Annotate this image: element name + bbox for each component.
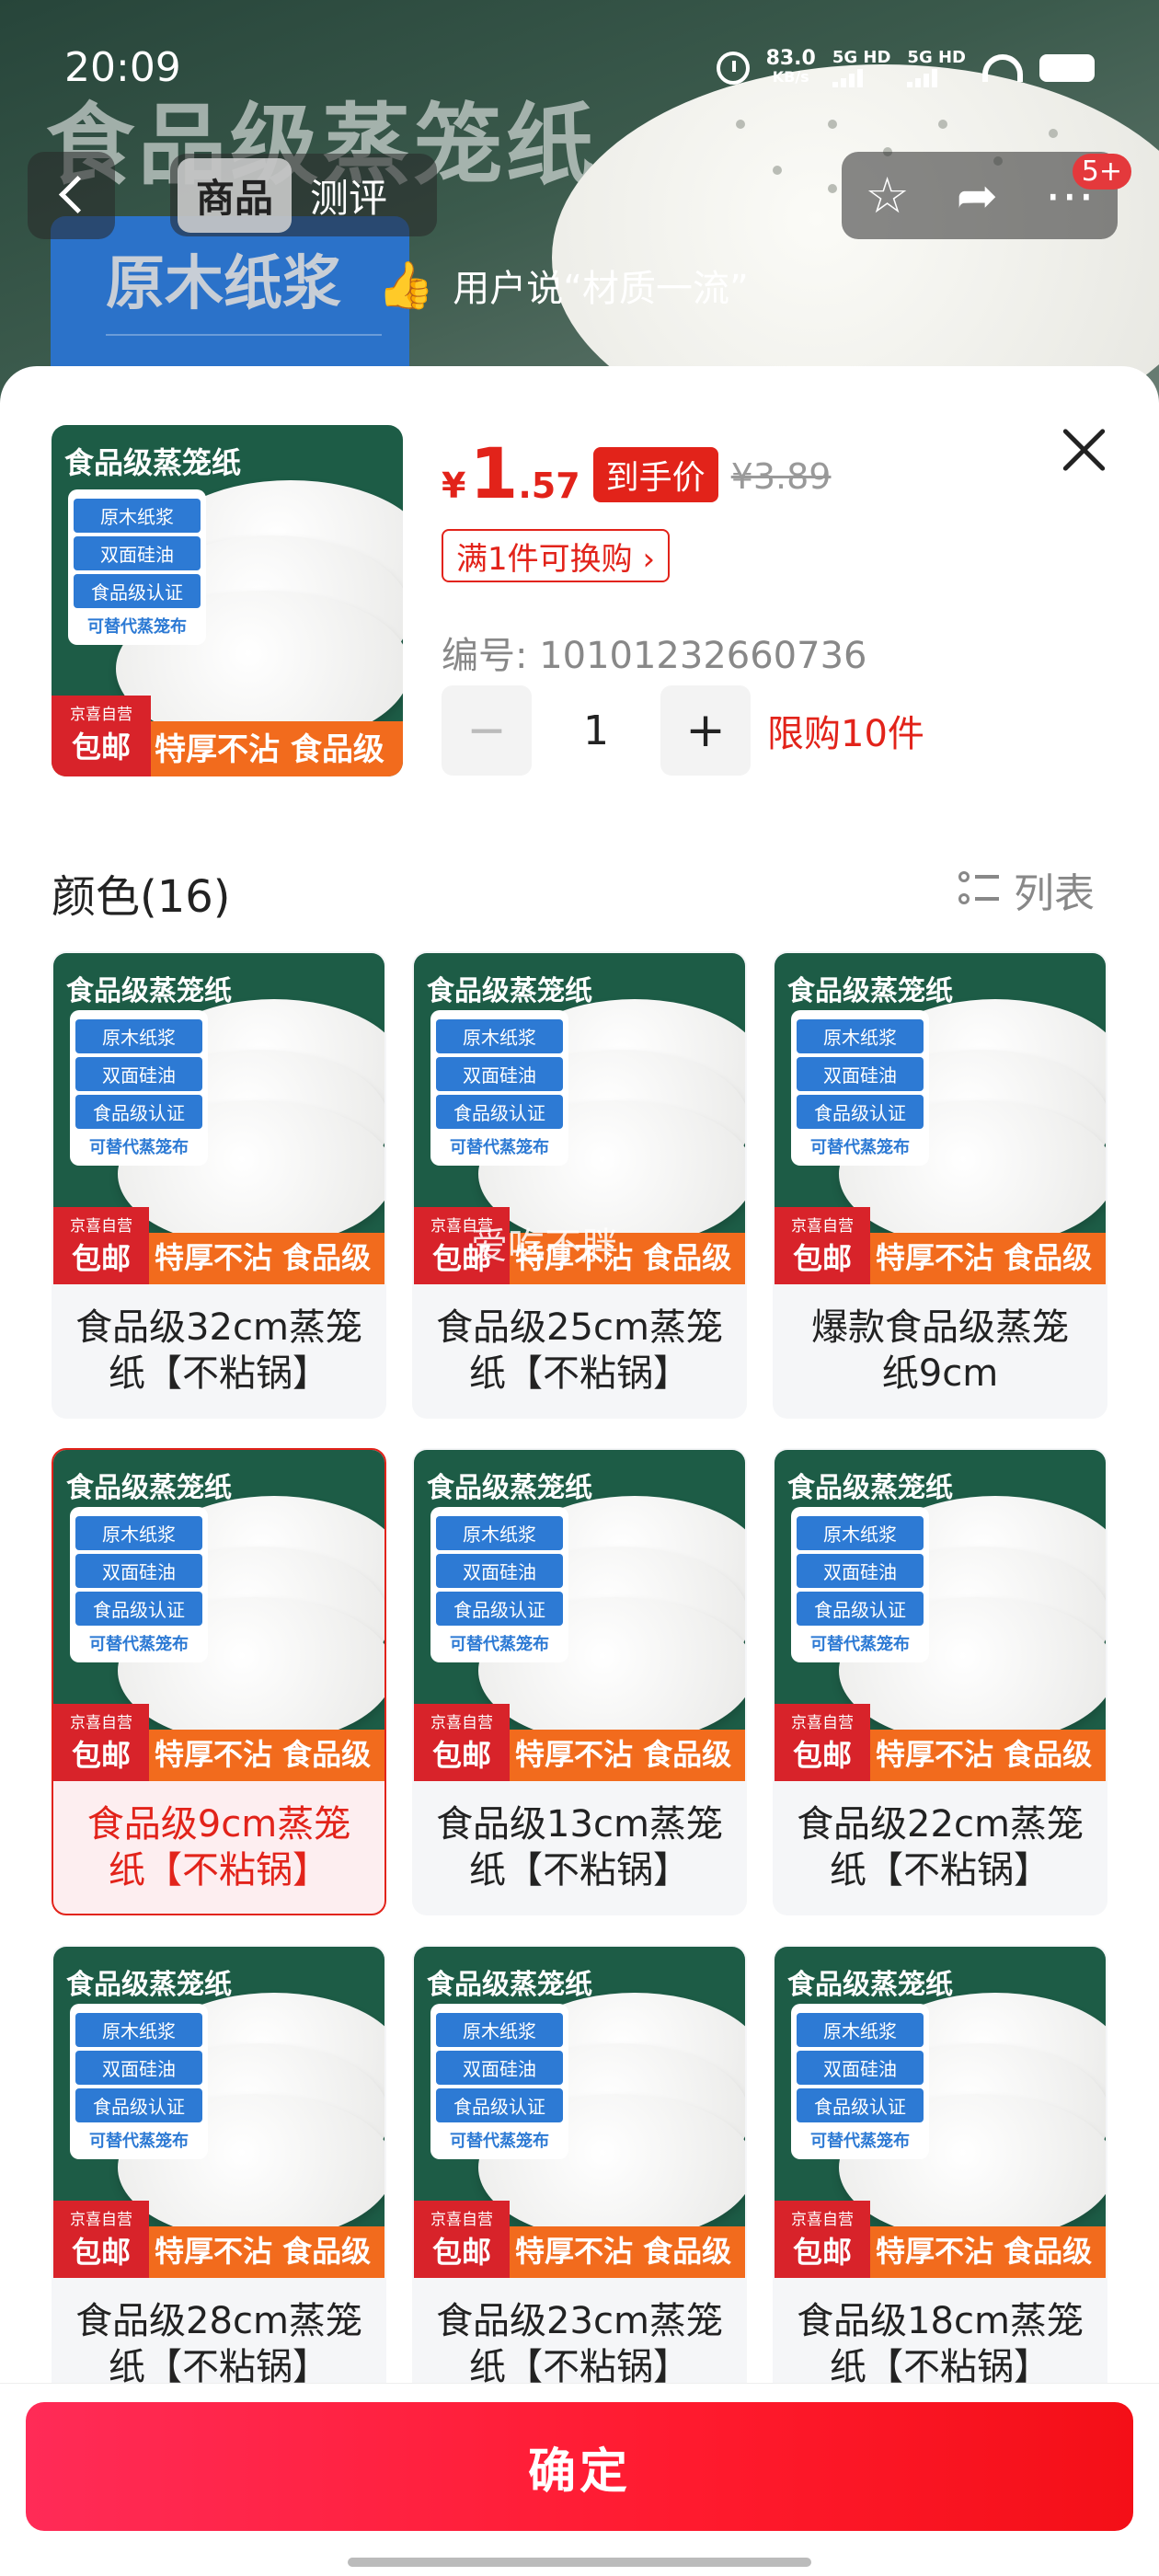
- quantity-minus-button[interactable]: −: [442, 685, 532, 776]
- feature-list: 原木纸浆 双面硅油 食品级认证 可替代蒸笼布: [70, 1010, 208, 1166]
- price-row: ¥ 1 .57 到手价 ¥3.89: [442, 432, 831, 514]
- option-card[interactable]: 食品级蒸笼纸 原木纸浆 双面硅油 食品级认证 可替代蒸笼布 京喜自营 包邮 特厚不沾 食品级食…: [773, 1945, 1107, 2386]
- status-time: 20:09: [64, 44, 181, 91]
- option-group-title: 颜色(16): [52, 871, 231, 923]
- feature-list: 原木纸浆 双面硅油 食品级认证 可替代蒸笼布: [791, 2004, 929, 2159]
- product-image: 食品级蒸笼纸 原木纸浆 双面硅油 食品级认证 可替代蒸笼布 京喜自营 包邮 特厚不沾 食品级: [775, 1947, 1106, 2278]
- app-root: 食品级蒸笼纸 原木纸浆 20:09 83.0 KB/s 5G HD 5G HD: [0, 0, 1159, 2576]
- option-card[interactable]: 食品级蒸笼纸 原木纸浆 双面硅油 食品级认证 可替代蒸笼布 京喜自营 包邮 特厚不沾 食品级食…: [412, 1448, 747, 1915]
- selected-sku-image[interactable]: 食品级蒸笼纸 原木纸浆 双面硅油 食品级认证 可替代蒸笼布 京喜自营 包邮 特厚…: [52, 425, 403, 776]
- confirm-button[interactable]: 确定: [26, 2402, 1133, 2531]
- option-label: 食品级22cm蒸笼纸【不粘锅】: [797, 1803, 1084, 1892]
- option-label: 食品级9cm蒸笼纸【不粘锅】: [86, 1803, 351, 1892]
- option-grid: 食品级蒸笼纸 原木纸浆 双面硅油 食品级认证 可替代蒸笼布 京喜自营 包邮 特厚不沾 食品级食…: [52, 951, 1109, 2386]
- product-image: 食品级蒸笼纸 原木纸浆 双面硅油 食品级认证 可替代蒸笼布 京喜自营 包邮 特厚不沾 食品级: [775, 953, 1106, 1284]
- option-label: 食品级23cm蒸笼纸【不粘锅】: [436, 2300, 723, 2386]
- option-card[interactable]: 食品级蒸笼纸 原木纸浆 双面硅油 食品级认证 可替代蒸笼布 京喜自营 包邮 特厚不沾 食品级食…: [773, 1448, 1107, 1915]
- option-card[interactable]: 食品级蒸笼纸 原木纸浆 双面硅油 食品级认证 可替代蒸笼布 京喜自营 包邮 特厚不沾 食品级食…: [52, 1448, 386, 1915]
- user-watermark: 爱吃不胖: [471, 1225, 618, 1268]
- original-price: ¥3.89: [730, 456, 832, 497]
- back-button[interactable]: [28, 152, 115, 239]
- option-card[interactable]: 食品级蒸笼纸 原木纸浆 双面硅油 食品级认证 可替代蒸笼布 京喜自营 包邮 特厚不沾 食品级爆…: [773, 951, 1107, 1419]
- option-image: 食品级蒸笼纸 原木纸浆 双面硅油 食品级认证 可替代蒸笼布 京喜自营 包邮 特厚不沾 食品级: [53, 953, 384, 1284]
- feature-list: 原木纸浆 双面硅油 食品级认证 可替代蒸笼布: [68, 489, 206, 645]
- current-price: ¥ 1 .57: [442, 432, 580, 514]
- option-label: 食品级13cm蒸笼纸【不粘锅】: [436, 1803, 723, 1892]
- sku-number: 编号: 10101232660736: [442, 635, 867, 677]
- product-image: 食品级蒸笼纸 原木纸浆 双面硅油 食品级认证 可替代蒸笼布 京喜自营 包邮 特厚不沾 食品级: [414, 1450, 745, 1781]
- option-label: 爆款食品级蒸笼纸9cm: [811, 1306, 1069, 1395]
- feature-list: 原木纸浆 双面硅油 食品级认证 可替代蒸笼布: [791, 1010, 929, 1166]
- option-image: 食品级蒸笼纸 原木纸浆 双面硅油 食品级认证 可替代蒸笼布 京喜自营 包邮 特厚不沾 食品级: [775, 953, 1106, 1284]
- list-view-label: 列表: [1014, 870, 1095, 917]
- option-image: 食品级蒸笼纸 原木纸浆 双面硅油 食品级认证 可替代蒸笼布 京喜自营 包邮 特厚不沾 食品级: [53, 1450, 384, 1781]
- net-speed: 83.0 KB/s: [765, 46, 816, 86]
- feature-list: 原木纸浆 双面硅油 食品级认证 可替代蒸笼布: [70, 2004, 208, 2159]
- feature-list: 原木纸浆 双面硅油 食品级认证 可替代蒸笼布: [430, 1507, 568, 1662]
- feature-list: 原木纸浆 双面硅油 食品级认证 可替代蒸笼布: [791, 1507, 929, 1662]
- list-icon: [958, 869, 999, 910]
- alarm-icon: [716, 51, 750, 85]
- review-text: 用户说“材质一流”: [453, 268, 749, 310]
- option-label: 食品级32cm蒸笼纸【不粘锅】: [75, 1306, 362, 1395]
- tab-review[interactable]: 测评: [292, 158, 406, 233]
- page-tabs: 商品 测评: [170, 154, 437, 236]
- quantity-value[interactable]: 1: [532, 707, 660, 754]
- wifi-icon: [982, 53, 1023, 82]
- product-image: 食品级蒸笼纸 原木纸浆 双面硅油 食品级认证 可替代蒸笼布 京喜自营 包邮 特厚不沾 食品级: [53, 1450, 384, 1781]
- product-image: 食品级蒸笼纸 原木纸浆 双面硅油 食品级认证 可替代蒸笼布 京喜自营 包邮 特厚…: [52, 425, 403, 776]
- product-navbar: 商品 测评 ☆ ➦ ⋯ 5+: [0, 152, 1159, 244]
- list-view-toggle[interactable]: 列表: [958, 860, 1095, 919]
- option-label: 食品级25cm蒸笼纸【不粘锅】: [436, 1306, 723, 1395]
- hero-subtitle: 原木纸浆: [106, 250, 341, 318]
- product-image: 食品级蒸笼纸 原木纸浆 双面硅油 食品级认证 可替代蒸笼布 京喜自营 包邮 特厚不沾 食品级: [53, 953, 384, 1284]
- option-image: 食品级蒸笼纸 原木纸浆 双面硅油 食品级认证 可替代蒸笼布 京喜自营 包邮 特厚不沾 食品级: [414, 1947, 745, 2278]
- battery-icon: [1039, 53, 1095, 82]
- thumbs-up-icon: 👍: [377, 258, 435, 312]
- signal-sim2-icon: 5G HD: [907, 48, 966, 87]
- option-image: 食品级蒸笼纸 原木纸浆 双面硅油 食品级认证 可替代蒸笼布 京喜自营 包邮 特厚不沾 食品级: [414, 1450, 745, 1781]
- purchase-limit: 限购10件: [767, 713, 924, 755]
- message-badge: 5+: [1072, 154, 1131, 190]
- option-image: 食品级蒸笼纸 原木纸浆 双面硅油 食品级认证 可替代蒸笼布 京喜自营 包邮 特厚不沾 食品级: [53, 1947, 384, 2278]
- product-image: 食品级蒸笼纸 原木纸浆 双面硅油 食品级认证 可替代蒸笼布 京喜自营 包邮 特厚不沾 食品级: [414, 1947, 745, 2278]
- product-image: 食品级蒸笼纸 原木纸浆 双面硅油 食品级认证 可替代蒸笼布 京喜自营 包邮 特厚不沾 食品级: [53, 1947, 384, 2278]
- option-card[interactable]: 食品级蒸笼纸 原木纸浆 双面硅油 食品级认证 可替代蒸笼布 京喜自营 包邮 特厚不沾 食品级食…: [412, 1945, 747, 2386]
- review-highlight[interactable]: 👍 用户说“材质一流”: [377, 248, 749, 322]
- product-image: 食品级蒸笼纸 原木纸浆 双面硅油 食品级认证 可替代蒸笼布 京喜自营 包邮 特厚不沾 食品级: [775, 1450, 1106, 1781]
- tab-product[interactable]: 商品: [178, 157, 293, 233]
- favorite-star-icon[interactable]: ☆: [865, 170, 909, 221]
- option-image: 食品级蒸笼纸 原木纸浆 双面硅油 食品级认证 可替代蒸笼布 京喜自营 包邮 特厚不沾 食品级: [775, 1450, 1106, 1781]
- final-price-tag: 到手价: [592, 447, 718, 502]
- home-indicator[interactable]: [348, 2558, 811, 2567]
- feature-list: 原木纸浆 双面硅油 食品级认证 可替代蒸笼布: [430, 1010, 568, 1166]
- option-card[interactable]: 食品级蒸笼纸 原木纸浆 双面硅油 食品级认证 可替代蒸笼布 京喜自营 包邮 特厚不沾 食品级食…: [52, 1945, 386, 2386]
- signal-sim1-icon: 5G HD: [832, 48, 890, 87]
- promo-swap-tag[interactable]: 满1件可换购 ›: [442, 529, 671, 582]
- share-icon[interactable]: ➦: [957, 170, 998, 221]
- option-label: 食品级18cm蒸笼纸【不粘锅】: [797, 2300, 1084, 2386]
- quantity-stepper: − 1 + 限购10件: [442, 685, 924, 776]
- close-icon[interactable]: [1056, 421, 1111, 477]
- option-image: 食品级蒸笼纸 原木纸浆 双面硅油 食品级认证 可替代蒸笼布 京喜自营 包邮 特厚不沾 食品级: [775, 1947, 1106, 2278]
- feature-list: 原木纸浆 双面硅油 食品级认证 可替代蒸笼布: [70, 1507, 208, 1662]
- footer-bar: 确定: [0, 2383, 1159, 2576]
- quantity-plus-button[interactable]: +: [660, 685, 751, 776]
- option-label: 食品级28cm蒸笼纸【不粘锅】: [75, 2300, 362, 2386]
- option-card[interactable]: 食品级蒸笼纸 原木纸浆 双面硅油 食品级认证 可替代蒸笼布 京喜自营 包邮 特厚不沾 食品级食…: [52, 951, 386, 1419]
- feature-list: 原木纸浆 双面硅油 食品级认证 可替代蒸笼布: [430, 2004, 568, 2159]
- status-bar: 20:09 83.0 KB/s 5G HD 5G HD: [0, 0, 1159, 138]
- option-card[interactable]: 食品级蒸笼纸 原木纸浆 双面硅油 食品级认证 可替代蒸笼布 京喜自营 包邮 特厚不沾 食品级食…: [412, 951, 747, 1419]
